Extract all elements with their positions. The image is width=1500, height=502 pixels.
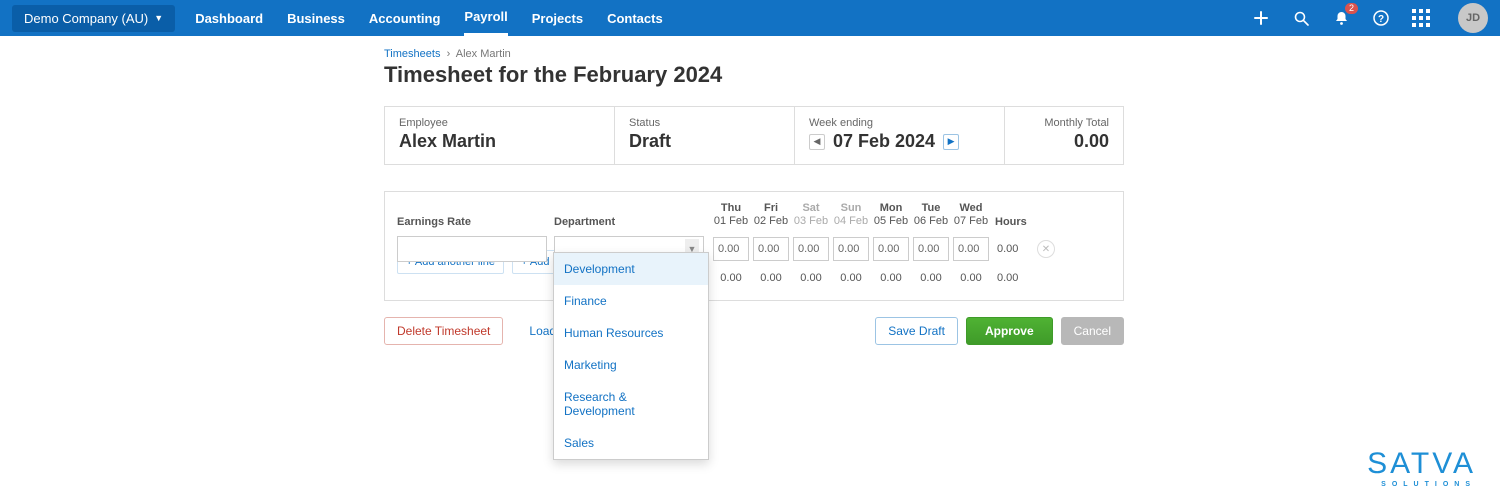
- header-day-0: Thu01 Feb: [711, 202, 751, 228]
- monthly-total-value: 0.00: [1019, 131, 1109, 152]
- day-input-5[interactable]: [913, 237, 949, 261]
- help-icon[interactable]: ?: [1372, 9, 1390, 27]
- prev-week-button[interactable]: ◀: [809, 134, 825, 150]
- status-value: Draft: [629, 131, 780, 152]
- day-input-6[interactable]: [953, 237, 989, 261]
- employee-value: Alex Martin: [399, 131, 600, 152]
- search-icon[interactable]: [1292, 9, 1310, 27]
- company-switcher[interactable]: Demo Company (AU) ▼: [12, 5, 175, 32]
- company-name: Demo Company (AU): [24, 11, 148, 26]
- total-day-5: 0.00: [911, 272, 951, 284]
- header-day-2: Sat03 Feb: [791, 202, 831, 228]
- row-hours: 0.00: [991, 243, 1031, 255]
- avatar[interactable]: JD: [1458, 3, 1488, 33]
- page-title: Timesheet for the February 2024: [384, 62, 1124, 88]
- save-draft-button[interactable]: Save Draft: [875, 317, 958, 345]
- breadcrumb-leaf: Alex Martin: [456, 48, 511, 60]
- nav-business[interactable]: Business: [287, 2, 345, 35]
- dropdown-item[interactable]: Development: [554, 253, 708, 285]
- caret-down-icon: ▼: [154, 13, 163, 23]
- dropdown-item[interactable]: Human Resources: [554, 317, 708, 349]
- status-label: Status: [629, 117, 780, 129]
- day-input-1[interactable]: [753, 237, 789, 261]
- breadcrumb-root[interactable]: Timesheets: [384, 48, 440, 60]
- nav-contacts[interactable]: Contacts: [607, 2, 663, 35]
- topbar-right: 2 ? JD: [1252, 3, 1488, 33]
- totals-row: + Add another line + Add Project line 0.…: [397, 272, 1111, 284]
- nav-dashboard[interactable]: Dashboard: [195, 2, 263, 35]
- department-dropdown: Development Finance Human Resources Mark…: [553, 252, 709, 460]
- main-nav: Dashboard Business Accounting Payroll Pr…: [195, 0, 663, 36]
- total-day-1: 0.00: [751, 272, 791, 284]
- delete-row-button[interactable]: ✕: [1037, 240, 1055, 258]
- total-day-4: 0.00: [871, 272, 911, 284]
- header-day-4: Mon05 Feb: [871, 202, 911, 228]
- header-day-6: Wed07 Feb: [951, 202, 991, 228]
- approve-button[interactable]: Approve: [966, 317, 1053, 345]
- earnings-rate-select[interactable]: [397, 236, 547, 262]
- employee-label: Employee: [399, 117, 600, 129]
- cancel-button[interactable]: Cancel: [1061, 317, 1124, 345]
- brand-logo: SATVA SOLUTIONS: [1367, 447, 1476, 488]
- total-day-0: 0.00: [711, 272, 751, 284]
- week-ending-value: 07 Feb 2024: [833, 131, 935, 152]
- day-input-3[interactable]: [833, 237, 869, 261]
- dropdown-item[interactable]: Research & Development: [554, 381, 708, 427]
- total-hours: 0.00: [991, 272, 1035, 284]
- dropdown-item[interactable]: Sales: [554, 427, 708, 459]
- header-hours: Hours: [991, 216, 1035, 228]
- header-day-5: Tue06 Feb: [911, 202, 951, 228]
- nav-accounting[interactable]: Accounting: [369, 2, 441, 35]
- week-ending-label: Week ending: [809, 117, 990, 129]
- apps-icon[interactable]: [1412, 9, 1430, 27]
- total-day-6: 0.00: [951, 272, 991, 284]
- header-department: Department: [554, 216, 711, 228]
- delete-timesheet-button[interactable]: Delete Timesheet: [384, 317, 503, 345]
- svg-text:?: ?: [1378, 14, 1384, 25]
- add-icon[interactable]: [1252, 9, 1270, 27]
- nav-projects[interactable]: Projects: [532, 2, 583, 35]
- notification-badge: 2: [1345, 3, 1358, 14]
- day-input-0[interactable]: [713, 237, 749, 261]
- day-input-2[interactable]: [793, 237, 829, 261]
- header-day-3: Sun04 Feb: [831, 202, 871, 228]
- monthly-total-label: Monthly Total: [1019, 117, 1109, 129]
- timesheet-row: ▼ 0.00 ✕: [397, 236, 1111, 262]
- notifications-icon[interactable]: 2: [1332, 9, 1350, 27]
- dropdown-item[interactable]: Marketing: [554, 349, 708, 381]
- dropdown-item[interactable]: Finance: [554, 285, 708, 317]
- action-bar: Delete Timesheet Load Template Save Draf…: [384, 317, 1124, 345]
- day-input-4[interactable]: [873, 237, 909, 261]
- next-week-button[interactable]: ▶: [943, 134, 959, 150]
- header-day-1: Fri02 Feb: [751, 202, 791, 228]
- total-day-2: 0.00: [791, 272, 831, 284]
- timesheet-grid: Earnings Rate Department Thu01 Feb Fri02…: [384, 191, 1124, 301]
- summary-box: Employee Alex Martin Status Draft Week e…: [384, 106, 1124, 165]
- header-earnings-rate: Earnings Rate: [397, 216, 554, 228]
- breadcrumb: Timesheets › Alex Martin: [384, 48, 1124, 60]
- nav-payroll[interactable]: Payroll: [464, 0, 507, 36]
- total-day-3: 0.00: [831, 272, 871, 284]
- topbar: Demo Company (AU) ▼ Dashboard Business A…: [0, 0, 1500, 36]
